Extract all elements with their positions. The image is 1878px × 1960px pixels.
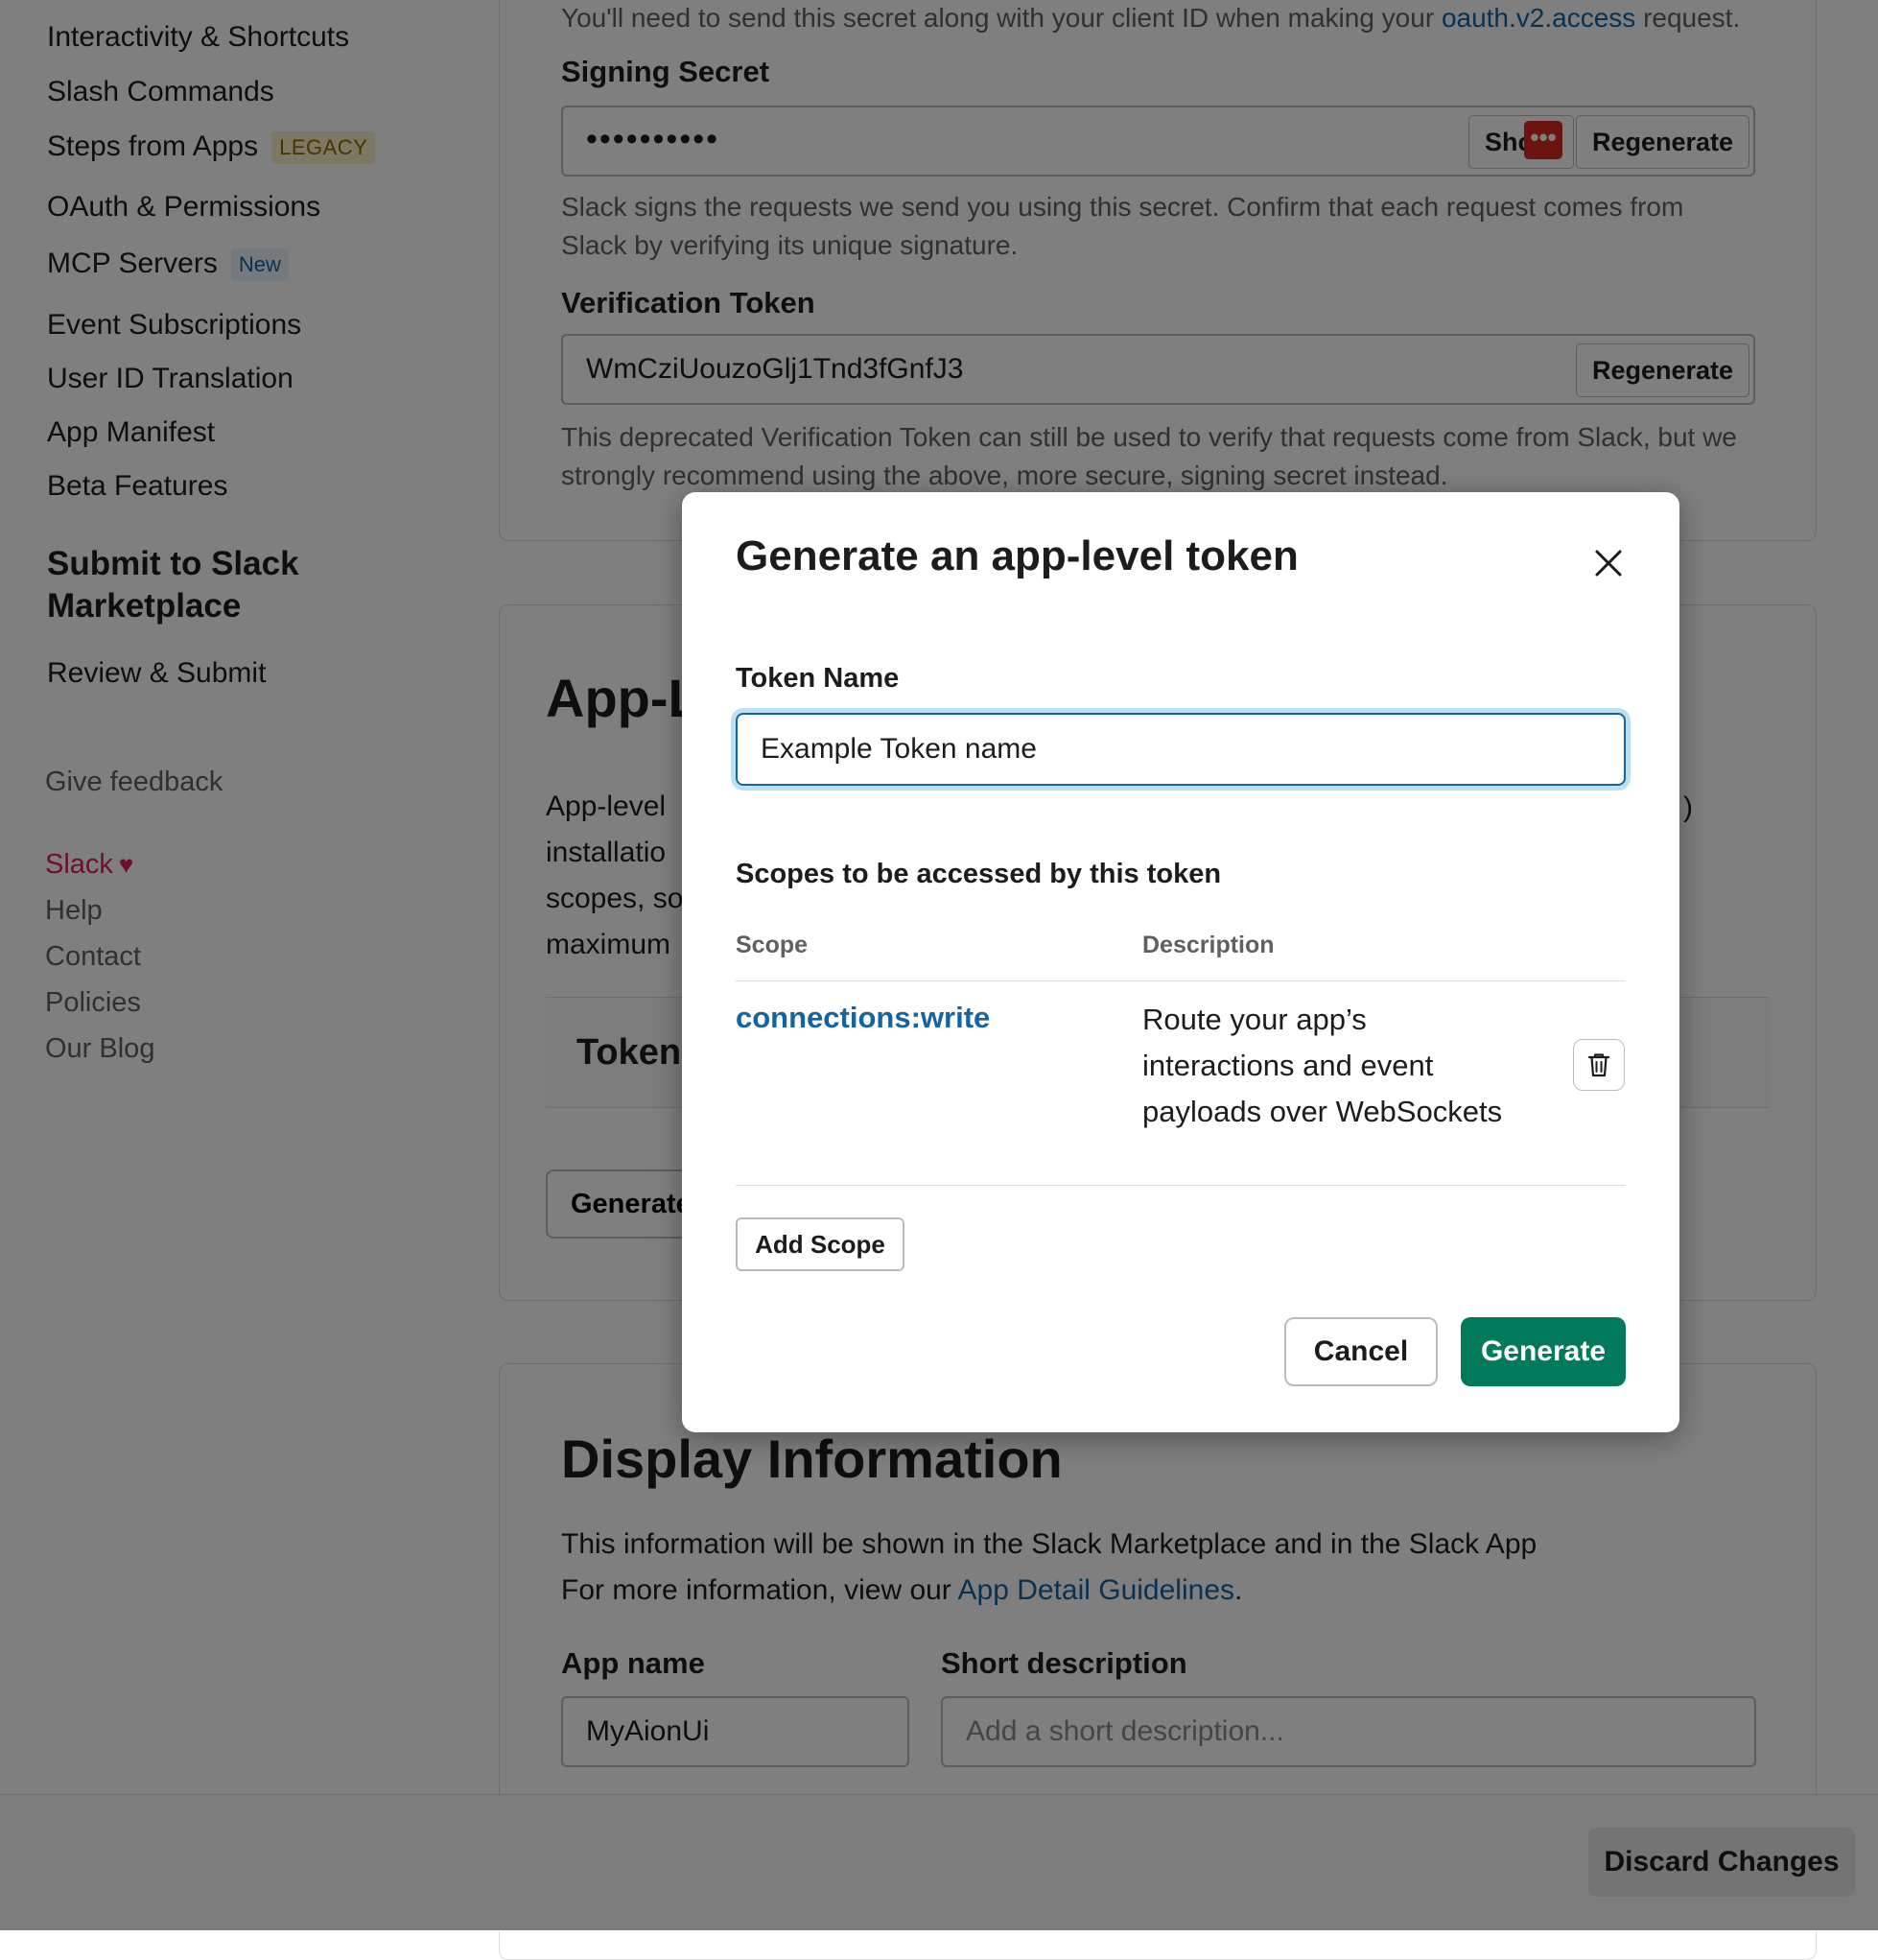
table-divider xyxy=(736,1185,1626,1186)
scope-description: Route your app’s interactions and event … xyxy=(1142,1003,1503,1128)
add-scope-button[interactable]: Add Scope xyxy=(736,1217,904,1271)
generate-button[interactable]: Generate xyxy=(1461,1317,1626,1386)
generate-token-modal: Generate an app-level token Token Name S… xyxy=(682,492,1679,1432)
close-icon[interactable] xyxy=(1587,542,1630,584)
scope-name-link[interactable]: connections:write xyxy=(736,1001,990,1035)
scopes-heading: Scopes to be accessed by this token xyxy=(736,859,1222,889)
trash-icon xyxy=(1587,1053,1610,1077)
token-name-input[interactable] xyxy=(736,713,1626,786)
token-name-label: Token Name xyxy=(736,663,900,694)
scope-column-header: Scope xyxy=(736,932,809,958)
table-divider xyxy=(736,980,1626,981)
cancel-button[interactable]: Cancel xyxy=(1284,1317,1438,1386)
modal-title: Generate an app-level token xyxy=(736,532,1299,579)
description-column-header: Description xyxy=(1142,932,1275,958)
delete-scope-button[interactable] xyxy=(1573,1039,1625,1091)
